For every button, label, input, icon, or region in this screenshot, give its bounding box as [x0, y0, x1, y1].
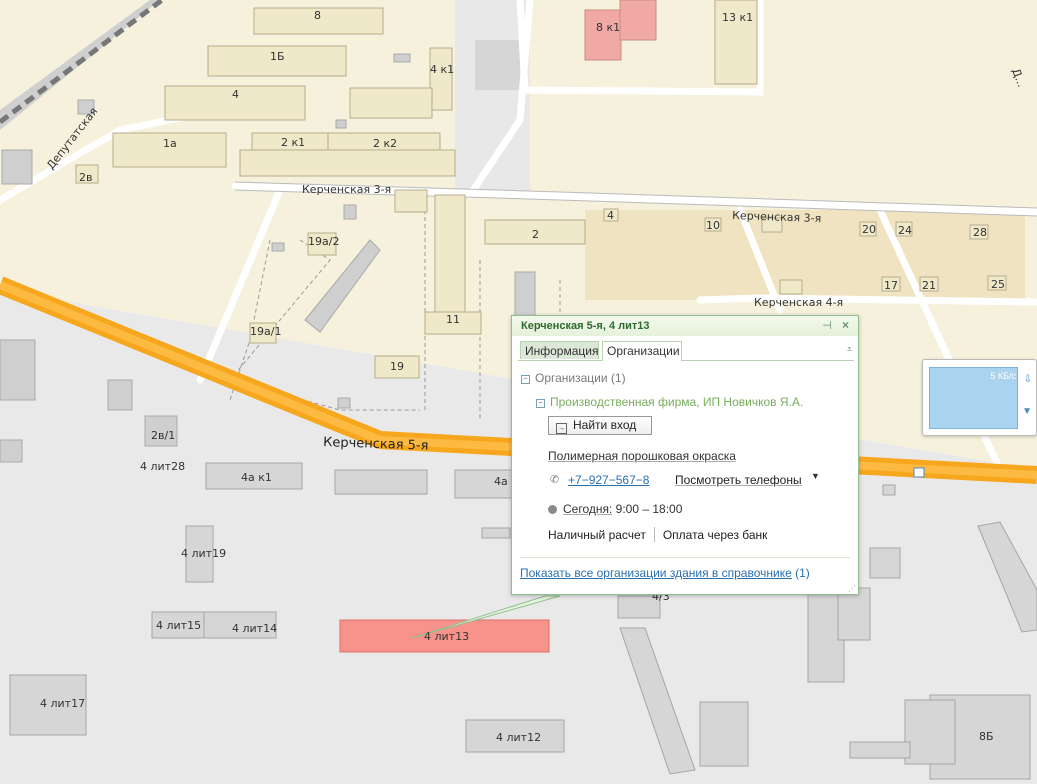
popup-divider: [520, 557, 850, 558]
payment-row: Наличный расчет Оплата через банк: [548, 527, 767, 542]
building-label: 4а к1: [241, 471, 272, 484]
org-firm-label: Производственная фирма, ИП Новичков Я.А.: [550, 395, 804, 409]
building-label: 2в: [79, 171, 92, 184]
org-section-header[interactable]: − Организации (1): [521, 371, 626, 385]
tab-information[interactable]: Информация: [520, 341, 599, 359]
building-east-d[interactable]: [699, 701, 749, 767]
resize-handle-icon[interactable]: ⋰: [848, 584, 856, 593]
building-label: 8Б: [979, 730, 994, 743]
street-label-kerch3-west: Керченская 3-я: [302, 183, 391, 196]
close-icon[interactable]: ×: [842, 318, 849, 332]
tabs-menu-icon[interactable]: ⩡: [847, 344, 852, 355]
show-all-orgs-link[interactable]: Показать все организации здания в справо…: [520, 566, 792, 580]
phone-icon: ✆: [550, 474, 560, 486]
building-4-small[interactable]: [349, 87, 433, 119]
building-label: 4 лит28: [140, 460, 185, 473]
chevron-down-icon[interactable]: ▼: [1022, 406, 1032, 417]
org-section-label: Организации (1): [535, 371, 626, 385]
building-label: 2: [532, 228, 539, 241]
collapse-icon[interactable]: −: [536, 399, 545, 408]
payment-bank: Оплата через банк: [662, 528, 768, 542]
building-label: 4 лит17: [40, 697, 85, 710]
building-small-d[interactable]: [882, 484, 896, 496]
phone-link[interactable]: +7−927−567−8: [568, 473, 668, 487]
payment-cash: Наличный расчет: [548, 528, 646, 542]
info-popup: Керченская 5-я, 4 лит13 ⊣ × Информация О…: [511, 315, 859, 595]
building-strip[interactable]: [334, 469, 428, 495]
building-label: 17: [884, 279, 898, 292]
hours-value: 9:00 – 18:00: [615, 502, 683, 516]
building-label: 8: [314, 9, 321, 22]
building-label: 4а: [494, 475, 508, 488]
popup-tabs: Информация Организации ⩡: [518, 341, 854, 361]
hours-label[interactable]: Сегодня:: [563, 502, 612, 516]
building-east-e[interactable]: [849, 741, 911, 759]
minimap[interactable]: 5 КБ/с ⇩ ▼: [922, 359, 1037, 436]
download-icon[interactable]: ⇩: [1024, 374, 1032, 385]
building-small-c[interactable]: [481, 527, 511, 539]
building-label: 4 лит13: [424, 630, 469, 643]
door-icon: →: [556, 423, 567, 434]
building-east-small[interactable]: [869, 547, 901, 579]
building-label: 4: [232, 88, 239, 101]
building-label: 1а: [163, 137, 177, 150]
building-8b-wing[interactable]: [904, 699, 956, 765]
building-label: 4: [607, 209, 614, 222]
building-east-b[interactable]: [837, 587, 871, 641]
building-label: 4 лит15: [156, 619, 201, 632]
pin-icon[interactable]: ⊣: [822, 319, 832, 332]
building-label: 20: [862, 223, 876, 236]
traffic-speed: 5 КБ/с: [990, 371, 1016, 381]
collapse-icon[interactable]: −: [521, 375, 530, 384]
popup-title: Керченская 5-я, 4 лит13: [521, 320, 650, 332]
find-entrance-label: Найти вход: [573, 418, 637, 432]
show-all-row: Показать все организации здания в справо…: [520, 566, 810, 580]
bus-stop-icon[interactable]: [913, 467, 925, 478]
building-label: 25: [991, 278, 1005, 291]
building-label: 19а/2: [308, 235, 339, 248]
building-label: 4 лит19: [181, 547, 226, 560]
building-label: 4 лит14: [232, 622, 277, 635]
building-label: 1Б: [270, 50, 285, 63]
show-phones-link[interactable]: Посмотреть телефоны: [675, 473, 802, 487]
grey-lot: [475, 40, 520, 90]
building-lot-b[interactable]: [779, 279, 803, 295]
popup-header: Керченская 5-я, 4 лит13 ⊣ ×: [512, 316, 858, 336]
building-label: 19: [390, 360, 404, 373]
building-4k1[interactable]: [429, 47, 453, 111]
clock-icon: [548, 505, 557, 514]
building-label: 2 к2: [373, 137, 397, 150]
chevron-down-icon[interactable]: ▼: [811, 471, 820, 481]
payment-divider: [653, 527, 655, 542]
tab-organizations[interactable]: Организации: [602, 341, 682, 361]
building-small-a[interactable]: [394, 189, 428, 213]
building-label: 13 к1: [722, 11, 753, 24]
find-entrance-button[interactable]: → Найти вход: [548, 416, 652, 435]
show-all-count: (1): [795, 566, 810, 580]
building-label: 11: [446, 313, 460, 326]
street-label-kerch4: Керченская 4-я: [754, 296, 843, 309]
building-label: 19а/1: [250, 325, 281, 338]
building-label: 4 лит12: [496, 731, 541, 744]
building-label: 8 к1: [596, 21, 620, 34]
building-label: 10: [706, 219, 720, 232]
hours-row: Сегодня: 9:00 – 18:00: [548, 502, 682, 516]
building-2-wing[interactable]: [434, 194, 466, 316]
building-2k-row[interactable]: [239, 149, 456, 177]
building-label: 21: [922, 279, 936, 292]
org-category-link[interactable]: Полимерная порошковая окраска: [548, 449, 736, 463]
org-firm-item[interactable]: − Производственная фирма, ИП Новичков Я.А…: [536, 395, 803, 409]
building-label: 2 к1: [281, 136, 305, 149]
building-label: 4 к1: [430, 63, 454, 76]
building-label: 2в/1: [151, 429, 175, 442]
building-label: 28: [973, 226, 987, 239]
building-label: 24: [898, 224, 912, 237]
